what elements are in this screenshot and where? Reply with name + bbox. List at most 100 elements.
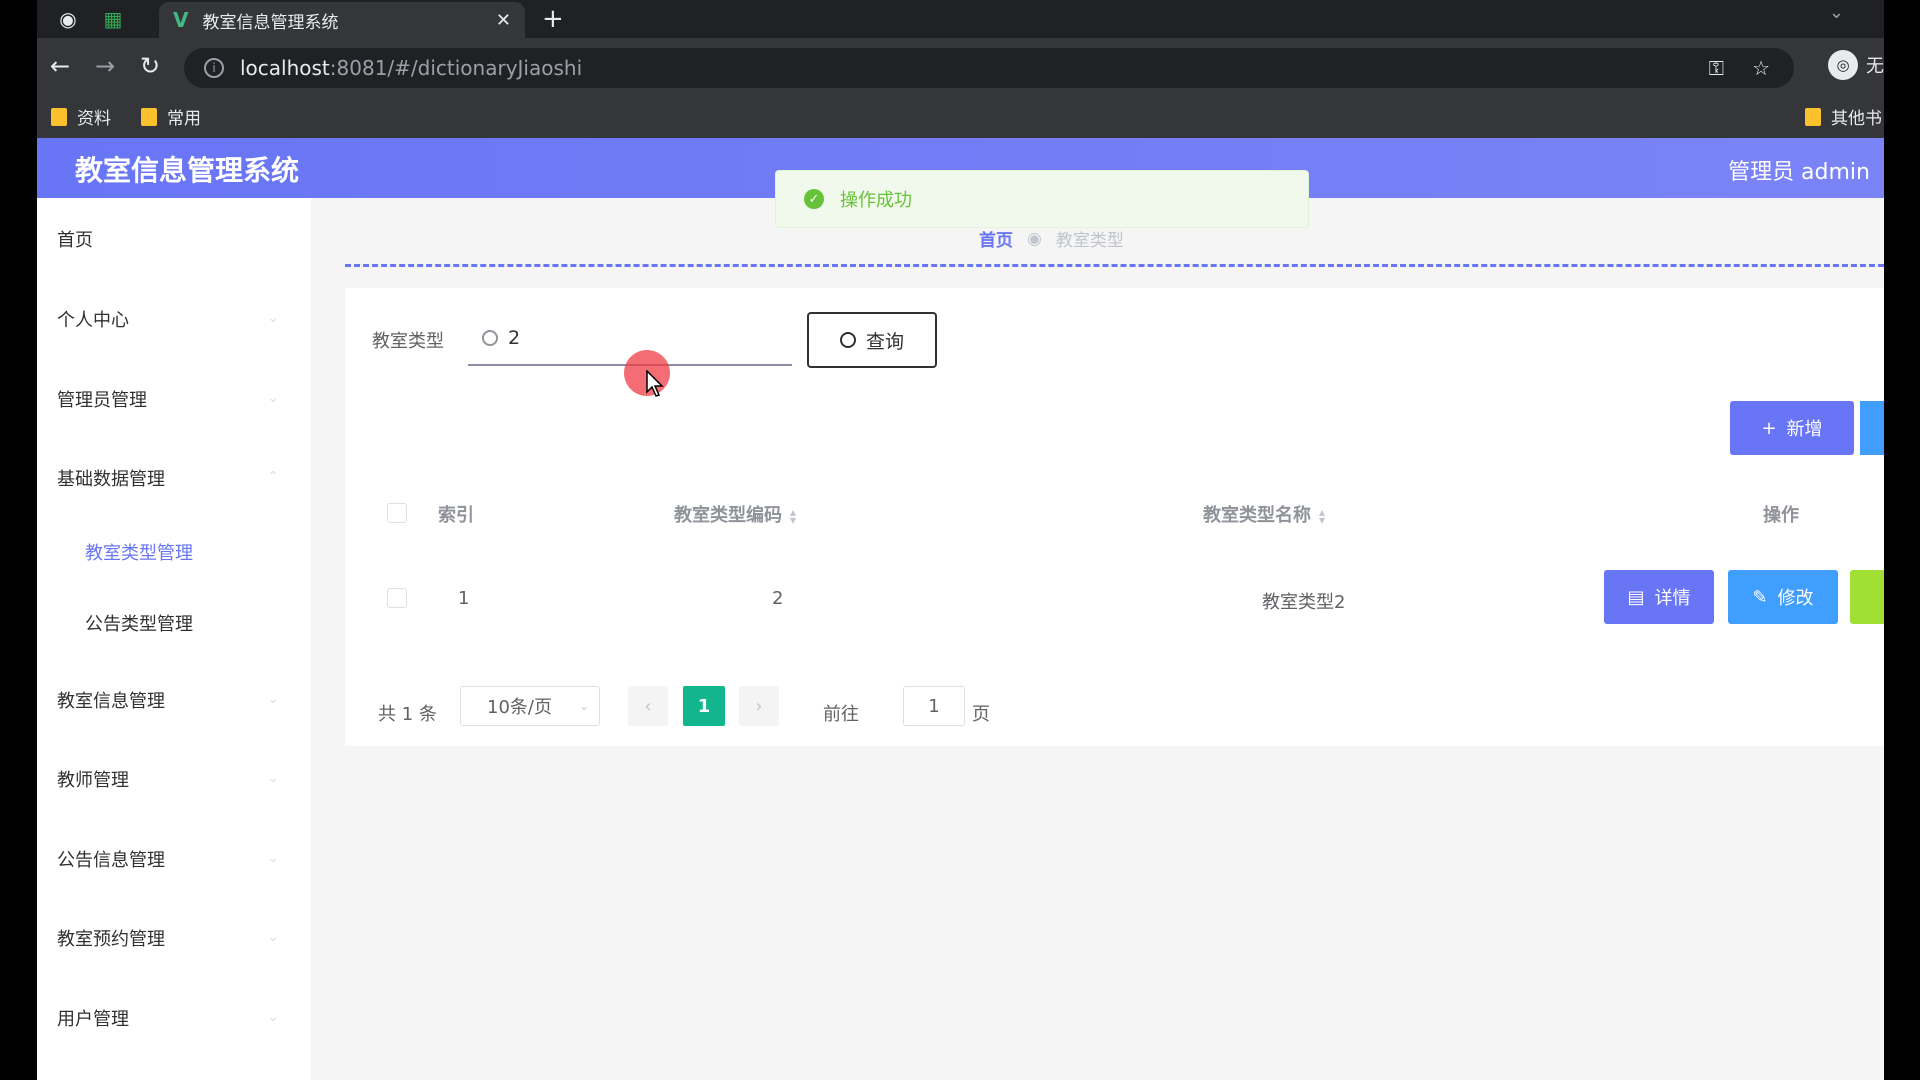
chevron-down-icon: ⌄ [267,310,279,326]
app-menu-icon[interactable]: ◉ [55,6,81,32]
profile-button[interactable]: ◎ 无 [1828,50,1884,80]
browser-toolbar: ← → ↻ i localhost :8081/#/dictionaryJiao… [37,38,1884,98]
search-input[interactable] [508,327,768,349]
bookmark-label: 资料 [77,109,111,129]
page-size-select[interactable]: 10条/页 ⌄ [460,686,600,726]
goto-label: 前往 [823,704,859,725]
star-icon[interactable]: ☆ [1752,56,1770,80]
cell-type-name: 教室类型2 [1262,592,1346,613]
close-tab-icon[interactable]: ✕ [496,10,511,31]
sidebar-item-notice-info[interactable]: 公告信息管理 [57,846,165,872]
query-button[interactable]: 查询 [807,312,937,368]
sidebar-item-reservation[interactable]: 教室预约管理 [57,925,165,951]
sidebar-item-classroom-type[interactable]: 教室类型管理 [85,539,193,565]
search-icon [839,332,856,348]
url-host: localhost [240,56,330,80]
current-user-label[interactable]: 管理员 admin [1728,154,1870,186]
bookmark-folder-other[interactable]: 其他书 [1805,104,1882,129]
batch-delete-button[interactable] [1860,401,1884,455]
new-tab-icon[interactable]: + [542,4,564,34]
sidebar-item-base-data[interactable]: 基础数据管理 [57,465,165,491]
reload-icon[interactable]: ↻ [135,52,165,80]
column-header-index: 索引 [438,505,474,526]
sort-caret-icon[interactable]: ▴ ▾ [1319,506,1325,526]
breadcrumb-home[interactable]: 首页 [979,226,1013,251]
chevron-down-icon: ⌄ [267,850,279,866]
add-button-label: 新增 [1786,419,1823,440]
column-header-label: 教室类型名称 [1203,505,1311,526]
profile-label: 无 [1866,56,1884,77]
address-bar[interactable]: i localhost :8081/#/dictionaryJiaoshi ⚿ … [184,48,1794,88]
document-icon: ▤ [1627,586,1645,608]
chevron-down-icon: ⌄ [267,929,279,945]
detail-button-label: 详情 [1654,588,1691,609]
edit-button-label: 修改 [1777,588,1814,609]
sidebar-item-profile[interactable]: 个人中心 [57,306,129,332]
search-label: 教室类型 [372,331,444,352]
detail-button[interactable]: ▤ 详情 [1604,570,1714,624]
bookmark-label: 其他书 [1831,109,1882,129]
breadcrumb-separator-icon: ◉ [1027,228,1042,249]
chevron-down-icon: ⌄ [267,691,279,707]
back-arrow-icon[interactable]: ← [45,52,75,80]
content-card: 教室类型 查询 + 新增 索引 教室类型编码 ▴▾ 教室类型名称 ▴▾ [345,288,1884,746]
column-header-type-name[interactable]: 教室类型名称 ▴ ▾ [1203,501,1325,527]
edit-button[interactable]: ✎ 修改 [1728,570,1838,624]
toast-message: 操作成功 [840,190,912,211]
vue-favicon-icon: V [173,8,189,32]
folder-icon [51,107,67,126]
pagination-total: 共 1 条 [378,704,437,725]
browser-tab-bar: ◉ ▦ V 教室信息管理系统 ✕ + ⌄ [37,0,1884,38]
browser-tab-active[interactable]: V 教室信息管理系统 ✕ [159,2,525,38]
forward-arrow-icon[interactable]: → [90,52,120,80]
screen: ◉ ▦ V 教室信息管理系统 ✕ + ⌄ ← → ↻ i localhost :… [0,0,1920,1080]
tab-search-chevron-icon[interactable]: ⌄ [1829,2,1844,23]
mouse-pointer-icon [646,370,664,397]
cell-index: 1 [458,588,470,609]
url-path: :8081/#/dictionaryJiaoshi [329,56,583,80]
bookmark-label: 常用 [167,109,201,129]
folder-icon [141,107,157,126]
delete-button[interactable] [1850,570,1884,624]
chevron-down-icon: ⌄ [267,770,279,786]
goto-unit-label: 页 [972,704,990,725]
page-size-value: 10条/页 [487,697,552,718]
search-icon [482,330,498,346]
tab-title: 教室信息管理系统 [202,12,339,33]
incognito-avatar-icon: ◎ [1828,50,1858,80]
pencil-icon: ✎ [1752,586,1768,608]
query-button-label: 查询 [865,330,904,353]
cell-type-code: 2 [772,588,784,609]
app-root: 教室信息管理系统 管理员 admin 首页 个人中心 ⌄ 管理员管理 ⌄ 基础数… [37,138,1884,1080]
chevron-down-icon: ⌄ [578,699,589,713]
key-icon[interactable]: ⚿ [1709,56,1724,80]
sidebar: 首页 个人中心 ⌄ 管理员管理 ⌄ 基础数据管理 ⌃ 教室类型管理 公告类型管理… [37,198,311,1080]
column-header-label: 教室类型编码 [674,505,782,526]
goto-page-input[interactable] [903,686,965,726]
prev-page-button[interactable]: ‹ [628,686,668,726]
folder-icon [1805,107,1821,126]
sidebar-item-classroom-info[interactable]: 教室信息管理 [57,687,165,713]
sheets-tab-icon[interactable]: ▦ [100,6,126,32]
sort-caret-icon[interactable]: ▴ ▾ [790,506,796,526]
sidebar-item-teacher[interactable]: 教师管理 [57,766,129,792]
site-info-icon[interactable]: i [204,58,224,78]
page-number-current[interactable]: 1 [683,686,725,726]
bookmark-folder[interactable]: 常用 [141,104,201,129]
check-circle-icon: ✓ [804,189,824,209]
bookmark-folder[interactable]: 资料 [51,104,111,129]
sidebar-item-notice-type[interactable]: 公告类型管理 [85,610,193,636]
breadcrumb-current: 教室类型 [1055,231,1124,251]
row-checkbox[interactable] [387,588,407,608]
sidebar-item-admin[interactable]: 管理员管理 [57,386,147,412]
select-all-checkbox[interactable] [387,503,407,523]
add-button[interactable]: + 新增 [1730,401,1854,455]
chevron-down-icon: ⌄ [267,390,279,406]
success-toast: ✓ 操作成功 [775,170,1309,228]
chevron-up-icon: ⌃ [267,469,279,485]
sidebar-item-home[interactable]: 首页 [57,226,93,252]
column-header-type-code[interactable]: 教室类型编码 ▴ ▾ [674,501,796,527]
next-page-button[interactable]: › [739,686,779,726]
breadcrumb: 首页 ◉ 教室类型 [979,226,1124,252]
sidebar-item-users[interactable]: 用户管理 [57,1005,129,1031]
